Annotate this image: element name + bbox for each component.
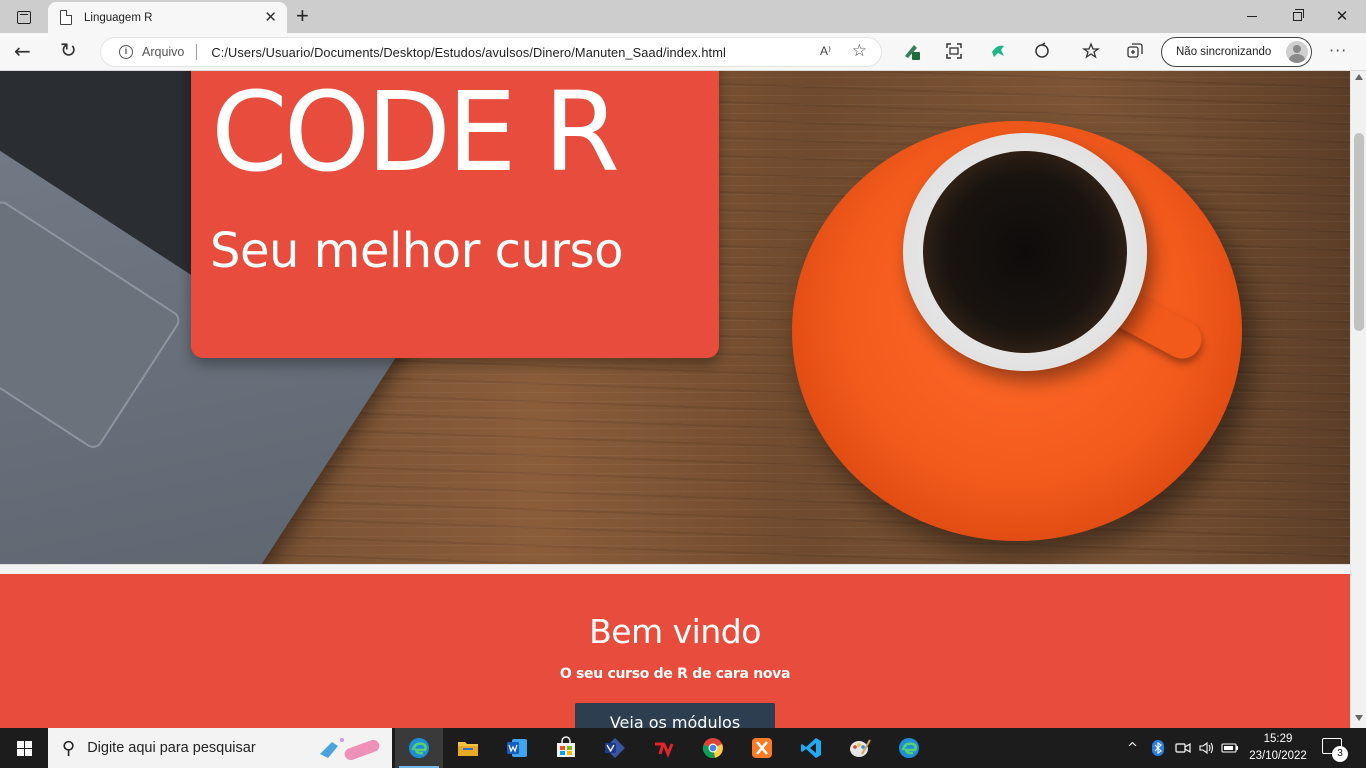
taskbar-xampp[interactable] [738, 728, 786, 768]
browser-toolbar: ← ↻ i Arquivo C:/Users/Usuario/Documents… [0, 33, 1366, 71]
tab-title: Linguagem R [84, 11, 153, 24]
scroll-up-icon[interactable] [1355, 74, 1363, 80]
restore-icon [1292, 8, 1304, 21]
store-icon [557, 736, 575, 757]
search-highlight-art-icon [320, 738, 380, 761]
taskbar-word[interactable] [493, 728, 541, 768]
favorites-icon[interactable] [1081, 41, 1101, 61]
scroll-down-icon[interactable] [1355, 715, 1363, 721]
back-button[interactable]: ← [14, 39, 31, 63]
minimize-button[interactable] [1232, 5, 1272, 27]
taskbar: ⚲ Digite aqui para pesquisar ^ 15:29 23/… [0, 728, 1366, 768]
battery-icon[interactable] [1221, 728, 1239, 768]
windows-logo-icon [16, 740, 32, 756]
taskbar-edge-secondary[interactable] [885, 728, 933, 768]
hero-section: CODE R Seu melhor curso [0, 71, 1350, 564]
search-icon: ⚲ [62, 737, 76, 759]
tray-show-hidden-icon[interactable]: ^ [1127, 728, 1138, 768]
scroll-thumb[interactable] [1354, 133, 1364, 331]
restore-button[interactable] [1277, 5, 1317, 27]
xampp-icon [752, 738, 772, 758]
tab-linguagem-r[interactable]: Linguagem R ✕ [48, 2, 287, 33]
avatar [1286, 41, 1308, 63]
welcome-subtitle: O seu curso de R de cara nova [559, 666, 791, 682]
hero-title: CODE R [211, 71, 620, 196]
paint-icon [850, 739, 871, 757]
close-tab-icon[interactable]: ✕ [264, 8, 277, 26]
hero-subtitle: Seu melhor curso [210, 223, 624, 279]
refresh-button[interactable]: ↻ [60, 38, 77, 62]
url-text[interactable]: C:/Users/Usuario/Documents/Desktop/Estud… [211, 45, 726, 60]
welcome-title: Bem vindo [589, 612, 761, 651]
meet-now-icon[interactable] [1175, 728, 1191, 768]
coffee-image [923, 151, 1127, 353]
tab-strip: Linguagem R ✕ + ✕ [0, 0, 1366, 33]
word-icon [507, 739, 527, 757]
more-menu-button[interactable]: ··· [1329, 41, 1347, 60]
minimize-icon [1247, 15, 1257, 17]
tab-actions-button[interactable] [10, 5, 38, 29]
add-favorite-icon[interactable]: ☆ [852, 41, 867, 61]
bluetooth-icon[interactable] [1152, 728, 1164, 768]
collections-icon[interactable] [1125, 41, 1145, 61]
visio-icon [605, 738, 625, 758]
search-placeholder: Digite aqui para pesquisar [87, 740, 256, 756]
section-divider [0, 564, 1350, 574]
taskbar-clock[interactable]: 15:29 23/10/2022 [1240, 731, 1316, 765]
scheme-label: Arquivo [142, 45, 185, 59]
chrome-icon [702, 738, 723, 759]
taskbar-paint[interactable] [836, 728, 884, 768]
profile-button[interactable]: Não sincronizando [1161, 37, 1312, 67]
tab-actions-icon [17, 10, 31, 24]
page-viewport: CODE R Seu melhor curso Bem vindo O seu … [0, 71, 1350, 728]
coffee-cup-image [903, 133, 1147, 371]
file-explorer-icon [458, 742, 478, 756]
taskbar-chrome[interactable] [689, 728, 737, 768]
taskbar-edge[interactable] [395, 728, 443, 768]
address-separator [196, 44, 198, 60]
profile-sync-label: Não sincronizando [1176, 46, 1272, 58]
start-button[interactable] [0, 728, 48, 768]
screenshot-icon[interactable] [944, 41, 964, 61]
edge-alt-icon [899, 738, 919, 758]
taskbar-file-explorer[interactable] [444, 728, 492, 768]
clock-time: 15:29 [1263, 733, 1293, 745]
taskbar-visio[interactable] [591, 728, 639, 768]
clock-date: 23/10/2022 [1249, 750, 1307, 762]
read-aloud-icon[interactable]: A⁾ [820, 44, 831, 58]
taskbar-vscode[interactable] [787, 728, 835, 768]
volume-icon[interactable] [1198, 728, 1214, 768]
vscode-icon [801, 738, 821, 758]
extension-refresh-icon[interactable] [1032, 41, 1052, 61]
info-icon[interactable]: i [119, 45, 133, 59]
extension-bird-icon[interactable] [988, 41, 1008, 61]
taskbar-game[interactable] [640, 728, 688, 768]
taskbar-search[interactable]: ⚲ Digite aqui para pesquisar [48, 728, 392, 768]
edge-icon [409, 738, 429, 758]
view-modules-button[interactable]: Veja os módulos [575, 703, 775, 728]
extension-pen-icon[interactable] [902, 41, 922, 61]
page-icon [60, 10, 72, 25]
page-scrollbar[interactable] [1350, 71, 1366, 728]
taskbar-store[interactable] [542, 728, 590, 768]
new-tab-button[interactable]: + [296, 4, 309, 28]
close-window-button[interactable]: ✕ [1322, 5, 1362, 27]
address-bar[interactable]: i Arquivo C:/Users/Usuario/Documents/Des… [100, 37, 882, 67]
notifications-badge: 3 [1332, 746, 1348, 762]
welcome-section: Bem vindo O seu curso de R de cara nova … [0, 574, 1350, 728]
hero-card: CODE R Seu melhor curso [191, 71, 719, 358]
game-icon [655, 742, 674, 759]
